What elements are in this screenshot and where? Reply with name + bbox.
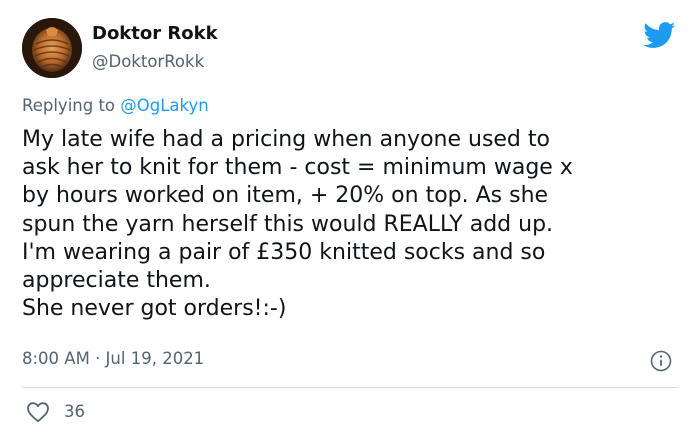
divider [22,387,678,388]
author-name[interactable]: Doktor Rokk [92,23,218,44]
reply-mention-link[interactable]: @OgLakyn [120,96,208,115]
tweet-text-line: spun the yarn herself this would REALLY … [22,211,554,237]
tweet-text-line: ask her to knit for them - cost = minimu… [22,155,573,181]
tweet-text-line: I'm wearing a pair of £350 knitted socks… [22,239,546,265]
heart-icon[interactable] [26,401,50,423]
avatar-image [22,18,82,78]
replying-to-label: Replying to [22,96,121,115]
tweet-timestamp[interactable]: 8:00 AM · Jul 19, 2021 [22,349,204,368]
twitter-bird-icon[interactable] [643,22,676,49]
info-icon[interactable] [650,350,672,372]
tweet-text: My late wife had a pricing when anyone u… [22,126,682,323]
replying-to: Replying to @OgLakyn [22,96,209,115]
like-count[interactable]: 36 [64,402,85,421]
tweet-text-line: My late wife had a pricing when anyone u… [22,127,550,152]
tweet-text-line: appreciate them. [22,268,211,294]
avatar[interactable] [22,18,82,78]
author-handle[interactable]: @DoktorRokk [92,52,204,71]
tweet-text-line: by hours worked on item, + 20% on top. A… [22,183,549,209]
tweet-text-line: She never got orders!:-) [22,296,287,322]
